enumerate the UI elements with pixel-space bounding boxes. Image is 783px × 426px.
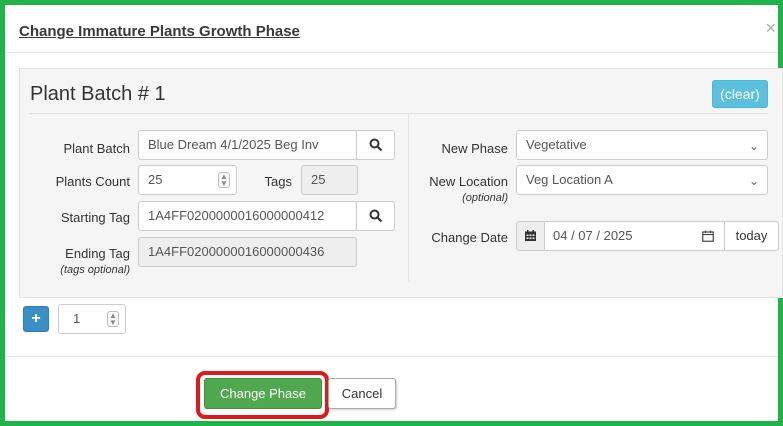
batch-title: Plant Batch # 1 (30, 83, 166, 105)
tags-label: Tags (264, 174, 292, 189)
search-icon (369, 138, 382, 152)
tags-count-field: 25 (301, 165, 358, 195)
panel-divider (30, 113, 768, 114)
plant-batch-panel: Plant Batch # 1 (clear) Plant Batch Blue… (19, 68, 783, 298)
change-phase-button[interactable]: Change Phase (204, 378, 322, 409)
column-divider (408, 113, 409, 281)
today-button[interactable]: today (724, 221, 779, 251)
modal-dialog: Change Immature Plants Growth Phase × Pl… (0, 0, 783, 426)
add-batch-button[interactable]: + (23, 306, 49, 332)
search-icon (369, 209, 382, 223)
chevron-down-icon: ⌄ (748, 139, 759, 153)
starting-tag-search-button[interactable] (356, 201, 395, 231)
starting-tag-label: Starting Tag (60, 210, 130, 225)
new-phase-select[interactable]: Vegetative ⌄ (516, 130, 768, 160)
plant-batch-label: Plant Batch (63, 141, 131, 156)
change-date-value: 04 / 07 / 2025 (553, 228, 633, 243)
plants-count-input[interactable]: 25 ▲ ▼ (138, 165, 237, 195)
chevron-down-icon: ⌄ (748, 174, 759, 188)
new-phase-label: New Phase (441, 141, 508, 156)
modal-header: Change Immature Plants Growth Phase × (5, 5, 778, 53)
new-location-sublabel: (optional) (462, 192, 508, 204)
plant-batch-search-button[interactable] (356, 130, 395, 160)
ending-tag-field: 1A4FF0200000016000000436 (138, 237, 357, 267)
clear-button[interactable]: (clear) (712, 80, 768, 108)
ending-tag-sublabel: (tags optional) (60, 264, 130, 276)
new-phase-value: Vegetative (526, 137, 587, 152)
modal-title: Change Immature Plants Growth Phase (19, 23, 300, 40)
change-date-input[interactable]: 04 / 07 / 2025 (544, 221, 725, 251)
add-batch-count-input[interactable]: 1 ▲ ▼ (58, 304, 126, 334)
new-location-select[interactable]: Veg Location A ⌄ (516, 165, 768, 195)
plants-count-value: 25 (148, 172, 163, 187)
change-date-label: Change Date (431, 230, 508, 245)
calendar-addon (516, 221, 545, 251)
plants-count-label: Plants Count (55, 174, 130, 189)
cancel-button[interactable]: Cancel (328, 378, 396, 409)
calendar-icon (525, 230, 536, 241)
starting-tag-input[interactable]: 1A4FF0200000016000000412 (138, 201, 357, 231)
plant-batch-input[interactable]: Blue Dream 4/1/2025 Beg Inv (138, 130, 357, 160)
spinner-icon[interactable]: ▲ ▼ (107, 311, 119, 327)
spinner-icon[interactable]: ▲ ▼ (218, 172, 230, 188)
close-icon[interactable]: × (765, 19, 776, 37)
add-batch-count-value: 1 (73, 311, 81, 326)
calendar-picker-icon[interactable] (702, 230, 714, 242)
ending-tag-label: Ending Tag (65, 246, 130, 261)
new-location-value: Veg Location A (526, 172, 613, 187)
new-location-label: New Location (429, 174, 508, 189)
